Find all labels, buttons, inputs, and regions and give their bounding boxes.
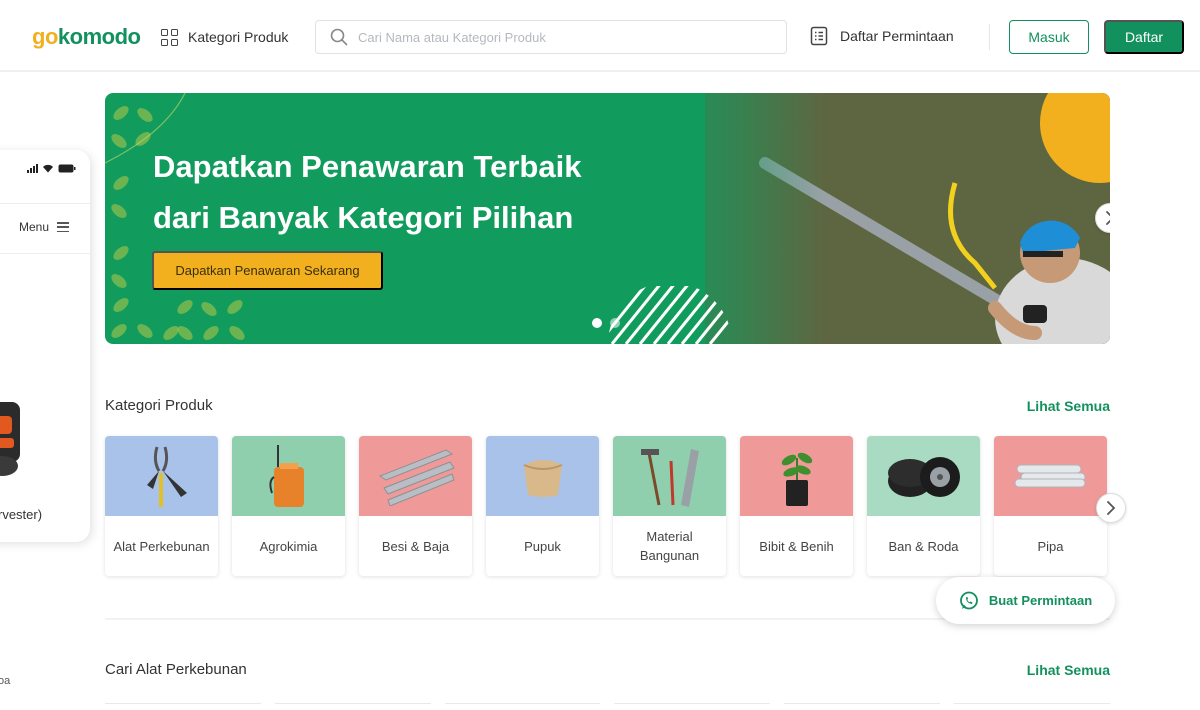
- hero-title: Dapatkan Penawaran Terbaik dari Banyak K…: [153, 141, 673, 243]
- search-icon: [330, 28, 348, 46]
- request-list-label: Daftar Permintaan: [840, 28, 954, 44]
- phone-product-label: rvester): [0, 507, 43, 522]
- login-button[interactable]: Masuk: [1009, 20, 1089, 54]
- category-card-pipa[interactable]: Pipa: [994, 436, 1107, 576]
- search-input[interactable]: [358, 29, 758, 45]
- carousel-dot-active[interactable]: [592, 318, 602, 328]
- hero-title-line1: Dapatkan Penawaran Terbaik: [153, 149, 582, 184]
- create-request-label: Buat Permintaan: [988, 593, 1093, 608]
- building-tools-icon: [640, 449, 699, 507]
- request-list-link[interactable]: Daftar Permintaan: [810, 26, 954, 46]
- tools-card-row-top: [105, 703, 1110, 710]
- page: gokomodo Kategori Produk Daftar Perminta…: [0, 0, 1200, 710]
- clipboard-list-icon: [810, 26, 828, 46]
- category-label: Bibit & Benih: [759, 538, 834, 554]
- tires-icon: [887, 457, 960, 497]
- get-offer-button[interactable]: Dapatkan Penawaran Sekarang: [152, 251, 383, 290]
- hero-carousel-dots: [592, 318, 620, 328]
- gokomodo-logo[interactable]: gokomodo: [32, 24, 141, 50]
- hamburger-icon: [57, 222, 70, 232]
- category-label: Besi & Baja: [381, 538, 450, 554]
- phone-menu-label: Menu: [19, 220, 50, 234]
- category-image: [232, 436, 345, 516]
- harvester-product-image: [0, 402, 20, 476]
- logo-komodo: komodo: [57, 24, 141, 49]
- logo-go: go: [32, 24, 58, 49]
- category-menu-label: Kategori Produk: [188, 29, 289, 45]
- categories-see-all-link[interactable]: Lihat Semua: [1027, 398, 1110, 414]
- register-button[interactable]: Daftar: [1104, 20, 1184, 54]
- grid-icon: [161, 28, 178, 46]
- hero-title-line2: dari Banyak Kategori Pilihan: [153, 200, 574, 235]
- category-label: Agrokimia: [259, 538, 318, 554]
- category-card-material-bangunan[interactable]: Material Bangunan: [613, 436, 726, 576]
- hero-banner[interactable]: Dapatkan Penawaran Terbaik dari Banyak K…: [105, 93, 1110, 344]
- tools-section-title: Cari Alat Perkebunan: [105, 661, 247, 678]
- category-menu-button[interactable]: Kategori Produk: [161, 26, 288, 48]
- chevron-right-icon: [1106, 211, 1110, 225]
- fertilizer-sack-icon: [523, 460, 562, 497]
- phone-divider: [0, 203, 90, 204]
- steel-beams-icon: [378, 449, 455, 506]
- category-image: [486, 436, 599, 516]
- category-card-besi-baja[interactable]: Besi & Baja: [359, 436, 472, 576]
- top-navbar: gokomodo Kategori Produk Daftar Perminta…: [0, 0, 1200, 72]
- leaf-pattern-decoration: [177, 300, 245, 340]
- categories-section-title: Kategori Produk: [105, 397, 213, 414]
- category-label: Pupuk: [524, 538, 561, 554]
- battery-icon: [58, 164, 76, 173]
- category-label: Pipa: [1037, 538, 1064, 554]
- whatsapp-icon: [959, 591, 978, 609]
- categories-next-button[interactable]: [1096, 493, 1126, 523]
- pipes-icon: [1014, 464, 1085, 488]
- category-card-ban-roda[interactable]: Ban & Roda: [867, 436, 980, 576]
- category-card-bibit-benih[interactable]: Bibit & Benih: [740, 436, 853, 576]
- category-image: [867, 436, 980, 516]
- header-divider: [989, 24, 990, 50]
- chevron-right-icon: [1107, 501, 1116, 515]
- search-bar: [315, 20, 787, 54]
- phone-status-bar: [27, 164, 76, 173]
- category-image: [359, 436, 472, 516]
- wifi-icon: [43, 164, 53, 173]
- category-image: [740, 436, 853, 516]
- phone-caption: oa: [0, 675, 11, 687]
- sprayer-icon: [268, 445, 304, 507]
- category-image: [613, 436, 726, 516]
- category-card-agrokimia[interactable]: Agrokimia: [232, 436, 345, 576]
- tools-see-all-link[interactable]: Lihat Semua: [1027, 662, 1110, 678]
- carousel-dot[interactable]: [610, 318, 620, 328]
- category-image: [105, 436, 218, 516]
- category-card-alat-perkebunan[interactable]: Alat Perkebunan: [105, 436, 218, 576]
- category-label: Ban & Roda: [888, 538, 959, 554]
- category-list: Alat Perkebunan Agrokimia Besi & Baja Pu…: [105, 436, 1110, 576]
- category-label: Material Bangunan: [639, 529, 700, 563]
- striped-circle-decoration: [608, 286, 732, 344]
- signal-icon: [27, 164, 38, 173]
- create-request-whatsapp-button[interactable]: Buat Permintaan: [936, 577, 1115, 624]
- category-label: Alat Perkebunan: [113, 538, 210, 554]
- seedling-pot-icon: [781, 452, 812, 506]
- phone-menu-button[interactable]: Menu: [19, 220, 70, 234]
- category-image: [994, 436, 1107, 516]
- category-card-pupuk[interactable]: Pupuk: [486, 436, 599, 576]
- phone-divider: [0, 253, 90, 254]
- phone-mockup: Menu rvester): [0, 150, 90, 542]
- pruner-icon: [146, 446, 187, 507]
